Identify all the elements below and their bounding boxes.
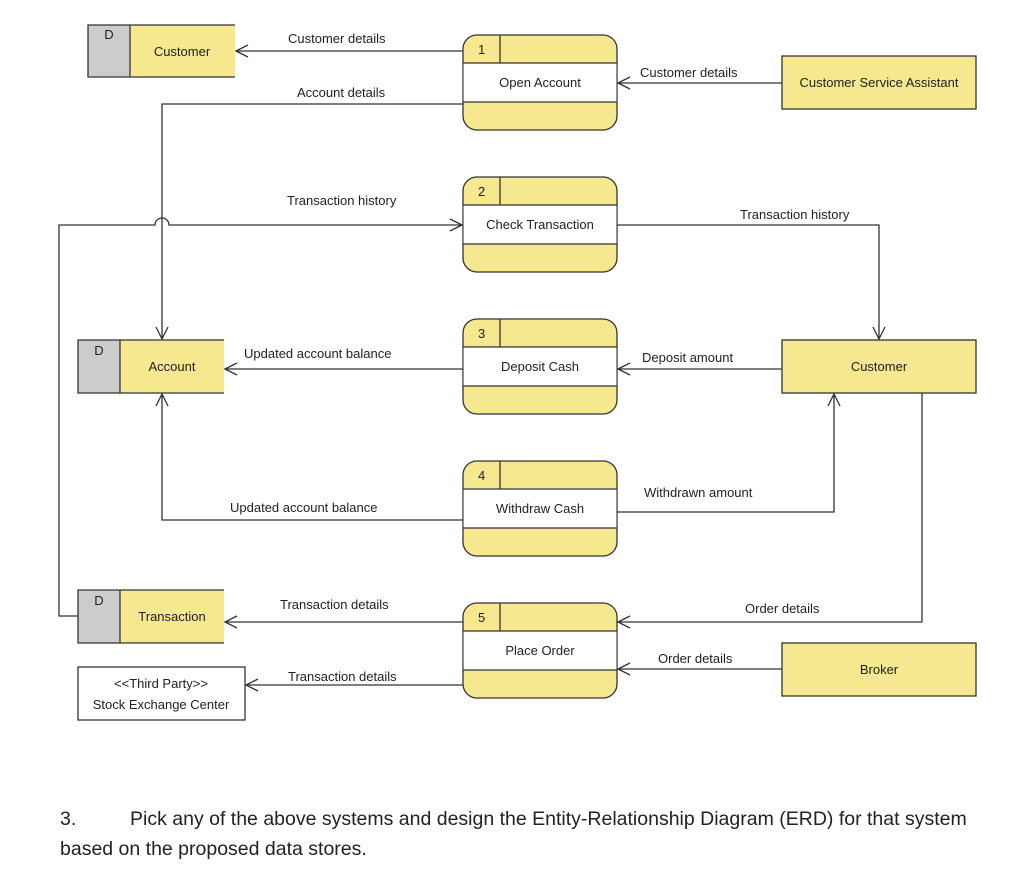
store-label: Transaction [138, 609, 205, 624]
process-1: 1 Open Account [462, 34, 618, 131]
flow-transaction-history-out [617, 224, 879, 339]
flow-label: Account details [297, 85, 386, 100]
flow-label: Updated account balance [230, 500, 377, 515]
question-number: 3. [60, 808, 77, 830]
process-number: 2 [478, 184, 485, 199]
entity-label: Customer Service Assistant [800, 75, 959, 90]
external-broker: Broker [781, 642, 977, 697]
flow-label: Transaction details [288, 669, 397, 684]
flow-label: Deposit amount [642, 350, 733, 365]
store-tag: D [94, 593, 103, 608]
flow-order-details-customer [618, 393, 923, 622]
flow-account-details [162, 103, 463, 339]
process-3: 3 Deposit Cash [462, 318, 618, 415]
flow-label: Transaction details [280, 597, 389, 612]
process-number: 1 [478, 42, 485, 57]
question-body: Pick any of the above systems and design… [60, 808, 967, 860]
entity-label: Stock Exchange Center [93, 697, 230, 712]
flow-label: Transaction history [287, 193, 397, 208]
flow-label: Order details [745, 601, 820, 616]
store-tag: D [94, 343, 103, 358]
flow-label: Updated account balance [244, 346, 391, 361]
process-label: Place Order [505, 643, 575, 658]
external-stock-exchange-center: <<Third Party>> Stock Exchange Center [77, 666, 246, 721]
external-customer-service-assistant: Customer Service Assistant [781, 55, 977, 110]
data-store-account: D Account [77, 339, 224, 394]
entity-label: Broker [860, 662, 899, 677]
flow-label: Customer details [288, 31, 386, 46]
store-label: Account [149, 359, 196, 374]
flow-transaction-history-in [58, 217, 462, 617]
process-number: 5 [478, 610, 485, 625]
data-store-customer: D Customer [87, 24, 235, 78]
external-customer: Customer [781, 339, 977, 394]
flow-label: Transaction history [740, 207, 850, 222]
store-label: Customer [154, 44, 211, 59]
process-label: Withdraw Cash [496, 501, 584, 516]
question-text: 3. Pick any of the above systems and desi… [60, 804, 1000, 864]
process-5: 5 Place Order [462, 602, 618, 699]
store-tag: D [104, 27, 113, 42]
process-number: 3 [478, 326, 485, 341]
process-label: Check Transaction [486, 217, 594, 232]
process-2: 2 Check Transaction [462, 176, 618, 273]
entity-label: Customer [851, 359, 908, 374]
data-store-transaction: D Transaction [77, 589, 224, 644]
process-number: 4 [478, 468, 485, 483]
process-label: Deposit Cash [501, 359, 579, 374]
flow-label: Withdrawn amount [644, 485, 753, 500]
flow-label: Customer details [640, 65, 738, 80]
process-4: 4 Withdraw Cash [462, 460, 618, 557]
entity-stereotype: <<Third Party>> [114, 676, 208, 691]
data-flow-diagram: Customer details Account details Custome… [58, 24, 977, 721]
process-label: Open Account [499, 75, 581, 90]
flow-label: Order details [658, 651, 733, 666]
